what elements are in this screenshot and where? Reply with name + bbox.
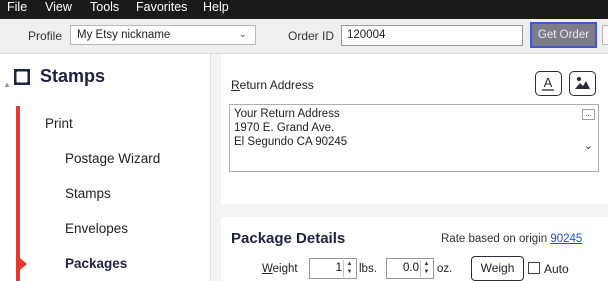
svg-text:A: A — [544, 75, 553, 90]
main-panel: Return Address A Your Return Address 197… — [211, 54, 608, 281]
get-order-button[interactable]: Get Order — [530, 22, 597, 48]
package-details-card: Package Details Rate based on origin 902… — [221, 217, 608, 281]
order-id-label: Order ID — [288, 29, 335, 43]
auto-checkbox[interactable] — [528, 262, 540, 274]
chevron-down-icon: ⌄ — [238, 29, 247, 40]
font-a-icon: A — [542, 75, 554, 91]
text-format-button[interactable]: A — [535, 71, 562, 96]
address-line: 1970 E. Grand Ave. — [234, 122, 335, 134]
sidebar: ▲ Stamps Print Postage Wizard Stamps Env… — [0, 54, 211, 281]
return-address-box[interactable]: Your Return Address 1970 E. Grand Ave. E… — [229, 104, 599, 172]
rate-origin-text: Rate based on origin 90245 — [441, 233, 583, 245]
stepper-arrows-icon[interactable]: ▲ ▼ — [420, 260, 432, 277]
return-address-card: Return Address A Your Return Address 197… — [221, 54, 608, 204]
image-button[interactable] — [569, 71, 596, 96]
active-indicator-icon — [20, 258, 27, 270]
oz-unit: oz. — [437, 263, 453, 275]
more-options-button[interactable]: ... — [582, 109, 595, 120]
menu-tools[interactable]: Tools — [90, 0, 119, 19]
address-line: El Segundo CA 90245 — [234, 136, 348, 148]
profile-value: My Etsy nickname — [77, 29, 171, 41]
auto-label: Auto — [544, 262, 569, 276]
order-id-input[interactable]: 120004 — [341, 25, 523, 46]
sidebar-item-postage-wizard[interactable]: Postage Wizard — [65, 151, 160, 166]
menu-favorites[interactable]: Favorites — [136, 0, 187, 19]
menu-help[interactable]: Help — [203, 0, 229, 19]
profile-label: Profile — [28, 29, 63, 43]
profile-select[interactable]: My Etsy nickname ⌄ — [70, 25, 256, 45]
menu-file[interactable]: File — [7, 0, 27, 19]
sidebar-item-packages[interactable]: Packages — [65, 256, 127, 271]
sidebar-item-stamps[interactable]: Stamps — [65, 186, 111, 201]
toolbar: Profile My Etsy nickname ⌄ Order ID 1200… — [0, 19, 608, 54]
lbs-unit: lbs. — [359, 263, 377, 275]
stepper-arrows-icon[interactable]: ▲ ▼ — [343, 260, 355, 277]
toolbar-overflow-button[interactable] — [602, 25, 608, 45]
weight-lbs-stepper[interactable]: 1 ▲ ▼ — [309, 258, 357, 279]
weight-label: Weight — [262, 263, 298, 275]
origin-zip-link[interactable]: 90245 — [550, 233, 582, 245]
nav-accent-bar — [16, 106, 20, 281]
weight-oz-stepper[interactable]: 0.0 ▲ ▼ — [386, 258, 434, 279]
menu-bar: File View Tools Favorites Help — [0, 0, 608, 19]
chevron-down-icon[interactable]: ⌄ — [584, 139, 593, 152]
menu-view[interactable]: View — [45, 0, 72, 19]
return-address-title: Return Address — [231, 78, 314, 92]
sidebar-item-print[interactable]: Print — [45, 116, 73, 131]
image-icon — [575, 77, 590, 89]
brand-name: Stamps — [40, 66, 106, 86]
sidebar-item-envelopes[interactable]: Envelopes — [65, 221, 128, 236]
lbs-value: 1 — [335, 262, 342, 274]
oz-value: 0.0 — [403, 262, 419, 274]
package-details-title: Package Details — [231, 230, 346, 247]
stamp-logo-icon — [14, 69, 30, 85]
address-line: Your Return Address — [234, 108, 340, 120]
scroll-up-icon[interactable]: ▲ — [3, 80, 11, 89]
weigh-button[interactable]: Weigh — [471, 256, 524, 281]
